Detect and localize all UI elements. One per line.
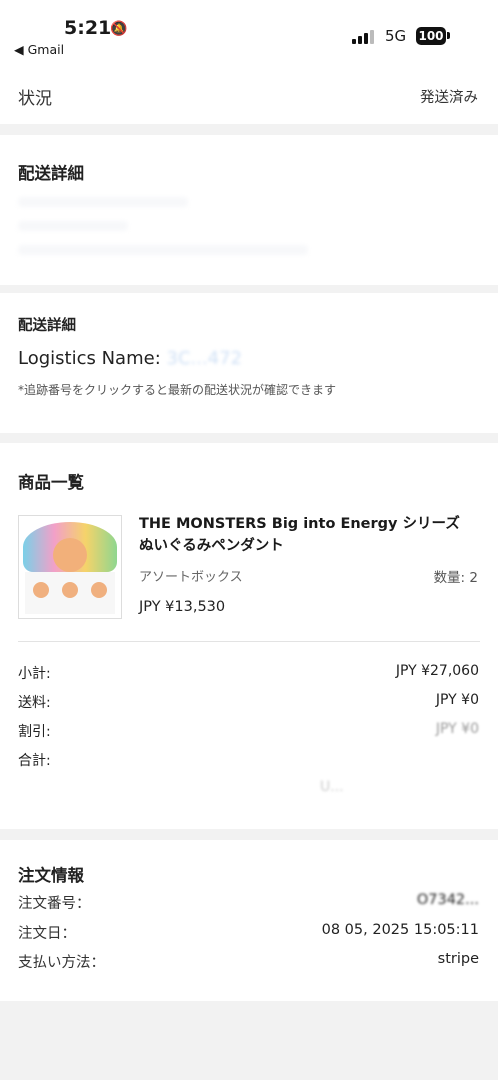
total-label: 合計:	[18, 753, 51, 769]
shipping-fee-row: 送料: JPY ¥0	[18, 692, 479, 714]
product-image-figure	[33, 582, 49, 598]
discount-label: 割引:	[18, 724, 51, 740]
product-list-section: 商品一覧 THE MONSTERS Big into Energy シリーズ ぬ…	[0, 443, 498, 829]
discount-row: 割引: JPY ¥0	[18, 721, 479, 743]
payment-method-label: 支払い方法：	[18, 955, 105, 971]
redacted-line	[18, 245, 308, 255]
shipping-fee-label: 送料:	[18, 695, 51, 711]
battery-level: 100	[418, 29, 444, 43]
silent-bell-icon: 🔕	[110, 21, 128, 37]
shipping-details-title: 配送詳細	[18, 164, 84, 183]
product-variant: アソートボックス	[139, 570, 243, 585]
product-image-figure	[91, 582, 107, 598]
product-quantity: 数量: 2	[433, 570, 478, 586]
order-info-title: 注文情報	[18, 866, 84, 885]
product-image-figure	[62, 582, 78, 598]
status-label: 状況	[18, 89, 52, 109]
battery-icon: 100	[416, 27, 446, 45]
status-value: 発送済み	[420, 90, 478, 106]
order-number-label: 注文番号：	[18, 896, 91, 912]
tracking-note: *追跡番号をクリックすると最新の配送状況が確認できます	[18, 383, 337, 397]
product-list-title: 商品一覧	[18, 473, 84, 492]
logistics-section: 配送詳細 Logistics Name: 3C...472 *追跡番号をクリック…	[0, 293, 498, 433]
discount-value: JPY ¥0	[435, 721, 479, 737]
back-to-app-link[interactable]: ◀ Gmail	[14, 42, 64, 57]
redacted-line	[18, 197, 188, 207]
subtotal-row: 小計: JPY ¥27,060	[18, 663, 479, 685]
order-info-section: 注文情報 注文番号： O7342... 注文日： 08 05, 2025 15:…	[0, 840, 498, 1001]
subtotal-value: JPY ¥27,060	[395, 663, 479, 679]
product-price: JPY ¥13,530	[139, 599, 226, 615]
shipping-fee-value: JPY ¥0	[435, 692, 479, 708]
logistics-title: 配送詳細	[18, 318, 76, 334]
battery-tip	[447, 32, 450, 39]
product-image-character	[53, 538, 87, 572]
shipping-details-section: 配送詳細	[0, 135, 498, 285]
total-value-redacted: U...	[320, 779, 344, 795]
order-number-value: O7342...	[416, 892, 479, 908]
product-image[interactable]	[18, 515, 122, 619]
signal-icon	[352, 30, 374, 44]
status-bar: 5:21 🔕 ◀ Gmail 5G 100	[0, 0, 498, 78]
payment-method-value: stripe	[437, 951, 479, 967]
logistics-name-label: Logistics Name:	[18, 348, 161, 369]
redacted-line	[18, 221, 128, 231]
product-name[interactable]: THE MONSTERS Big into Energy シリーズ ぬいぐるみペ…	[139, 513, 479, 557]
total-row: 合計:	[18, 750, 479, 772]
order-status-section: 状況 発送済み	[0, 78, 498, 124]
order-date-value: 08 05, 2025 15:05:11	[321, 922, 479, 938]
order-date-label: 注文日：	[18, 926, 76, 942]
logistics-name-row: Logistics Name: 3C...472	[18, 348, 242, 369]
divider	[18, 641, 480, 642]
subtotal-label: 小計:	[18, 666, 51, 682]
tracking-number-link[interactable]: 3C...472	[167, 348, 243, 369]
clock: 5:21	[64, 17, 112, 39]
back-app-name[interactable]: Gmail	[28, 42, 64, 57]
network-type: 5G	[385, 27, 407, 45]
